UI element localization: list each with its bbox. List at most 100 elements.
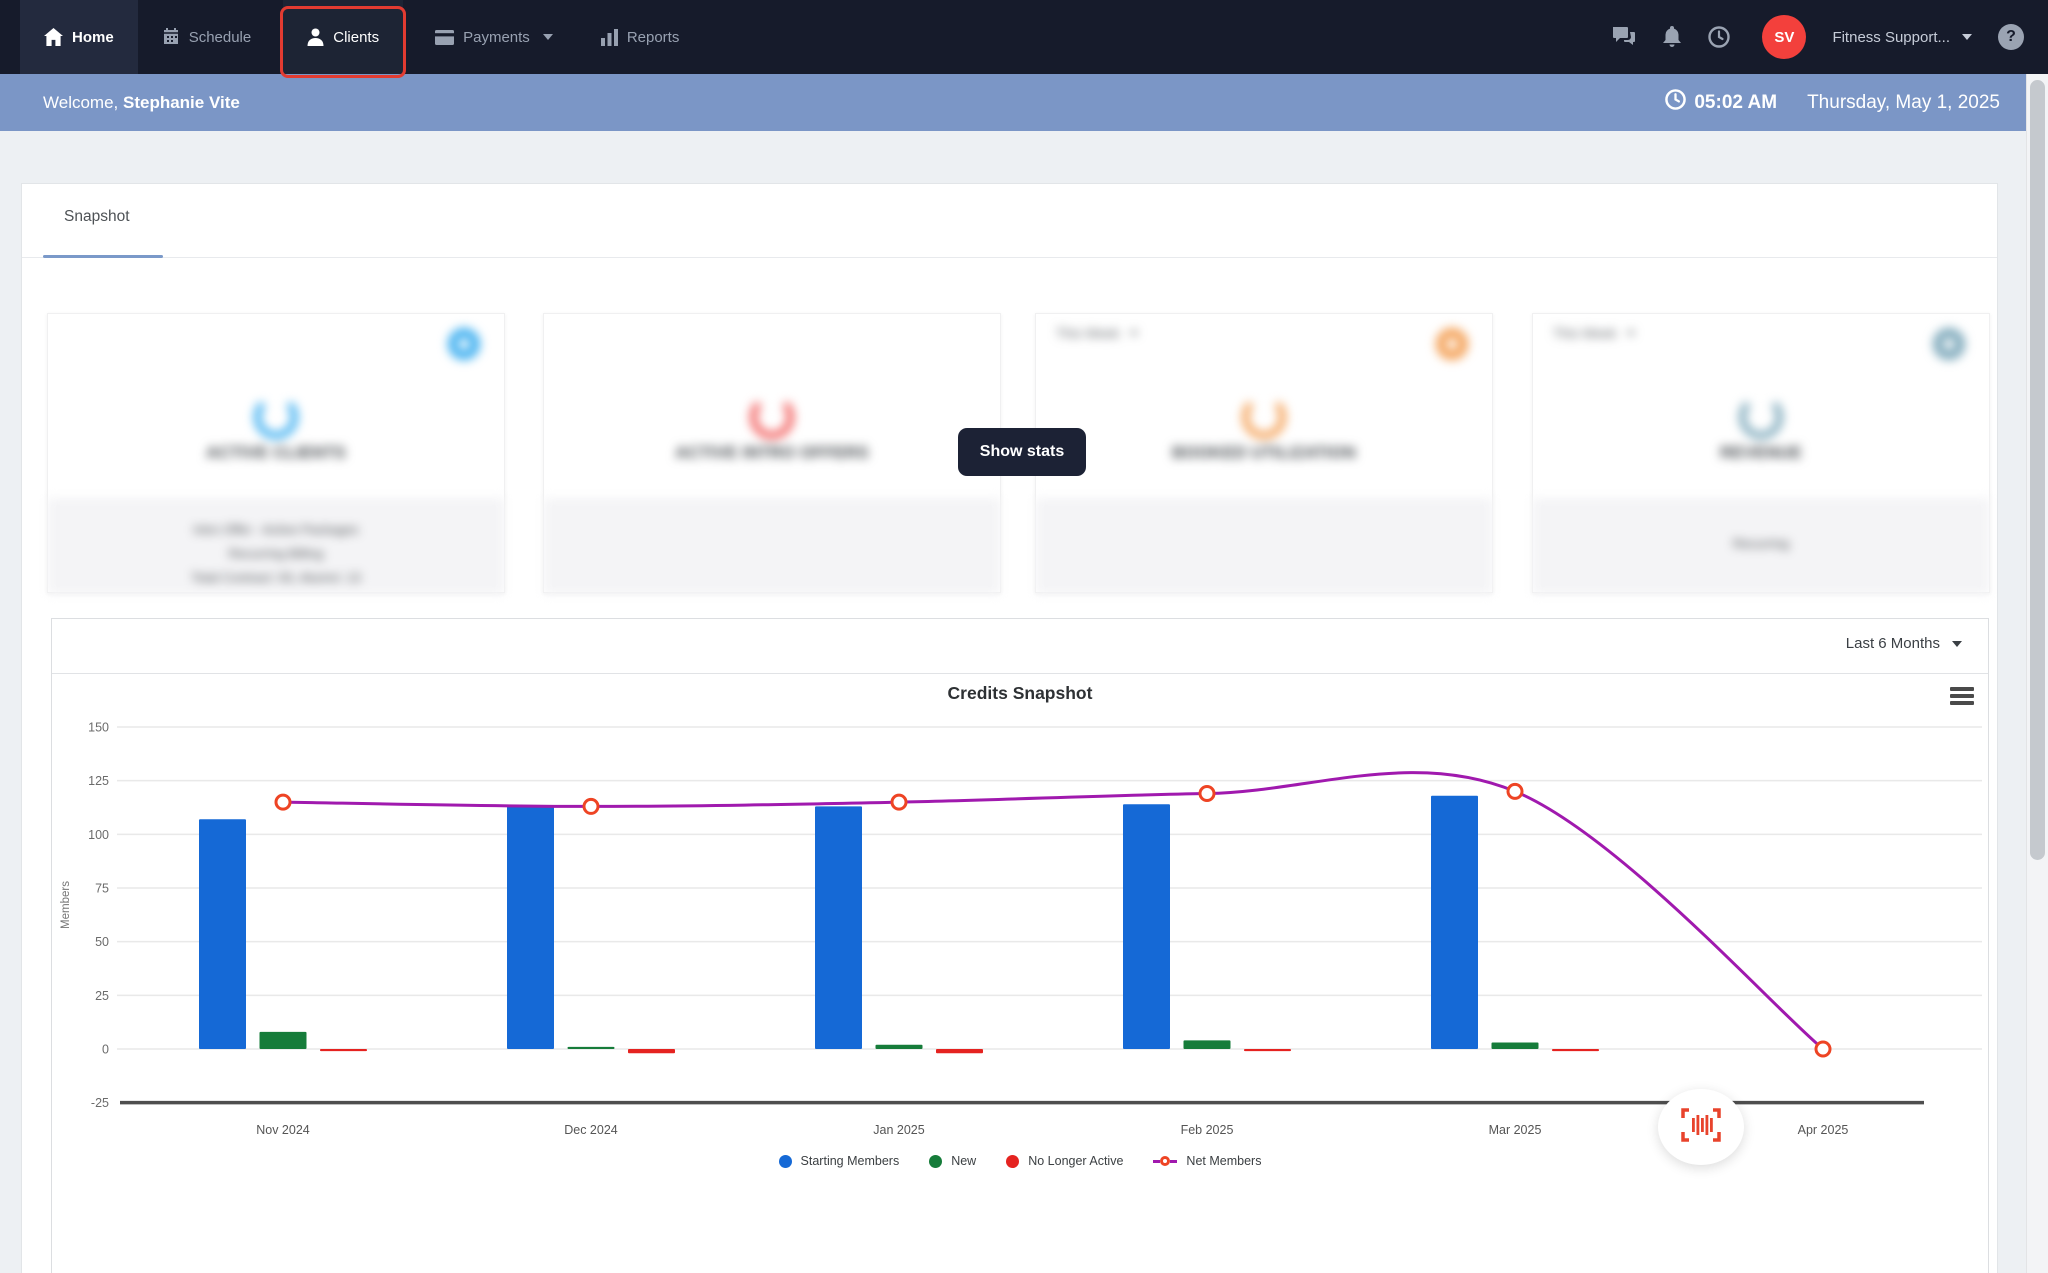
- account-menu[interactable]: Fitness Support...: [1832, 29, 1972, 46]
- loading-donut: [750, 395, 794, 439]
- nav-item-label: Clients: [333, 28, 380, 46]
- nav-item-label: Home: [72, 28, 114, 46]
- nav-item-label: Payments: [463, 28, 530, 46]
- svg-text:125: 125: [88, 774, 109, 788]
- help-glyph: ?: [2006, 28, 2016, 45]
- svg-text:Mar 2025: Mar 2025: [1489, 1123, 1542, 1137]
- footer-line: Intro Offer - Active Packages: [193, 522, 359, 537]
- svg-text:Apr 2025: Apr 2025: [1798, 1123, 1849, 1137]
- page-scrollbar-thumb[interactable]: [2030, 80, 2045, 860]
- home-icon: [44, 28, 63, 46]
- nav-item-label: Reports: [626, 28, 680, 46]
- chart-header: Last 6 Months: [52, 619, 1988, 674]
- stat-card-footer: [1036, 498, 1492, 594]
- svg-text:Jan 2025: Jan 2025: [873, 1123, 924, 1137]
- legend-label: New: [951, 1154, 977, 1168]
- status-badge-icon: [1436, 328, 1468, 360]
- stat-card-title: ACTIVE CLIENTS: [206, 444, 346, 462]
- nav-item-clients[interactable]: Clients: [280, 0, 407, 78]
- nav-item-reports[interactable]: Reports: [577, 0, 704, 74]
- credit-card-icon: [435, 29, 455, 45]
- svg-text:100: 100: [88, 828, 109, 842]
- stat-card-footer: Intro Offer - Active Packages Recurring …: [48, 498, 504, 594]
- dashboard-page: Home Schedule Clients Payments Reports S…: [0, 0, 2048, 1273]
- nav-item-payments[interactable]: Payments: [411, 0, 577, 74]
- legend-label: No Longer Active: [1028, 1154, 1124, 1168]
- footer-line: Recurring: [1732, 536, 1790, 551]
- account-label: Fitness Support...: [1832, 28, 1950, 46]
- svg-text:-25: -25: [91, 1096, 109, 1110]
- legend-label: Net Members: [1186, 1154, 1262, 1168]
- svg-text:150: 150: [88, 721, 109, 735]
- stat-card-content: ACTIVE INTRO OFFERS: [544, 314, 1000, 594]
- chart-period-select[interactable]: Last 6 Months: [1846, 635, 1962, 652]
- legend-item[interactable]: New: [929, 1154, 976, 1168]
- loading-donut: [1242, 395, 1286, 439]
- barcode-scan-button[interactable]: [1658, 1089, 1744, 1165]
- loading-donut: [1739, 395, 1783, 439]
- chevron-down-icon: [1962, 34, 1972, 40]
- stat-card-footer: [544, 498, 1000, 594]
- card-period-select[interactable]: This Week: [1056, 326, 1138, 341]
- chart-period-label: Last 6 Months: [1845, 635, 1940, 652]
- datetime-area: 05:02 AM Thursday, May 1, 2025: [1665, 74, 2000, 131]
- svg-text:0: 0: [102, 1043, 109, 1057]
- legend-item[interactable]: No Longer Active: [1006, 1154, 1123, 1168]
- nav-item-home[interactable]: Home: [20, 0, 138, 74]
- nav-item-label: Schedule: [188, 28, 252, 46]
- history-clock-icon[interactable]: [1708, 26, 1731, 48]
- chat-icon[interactable]: [1612, 26, 1636, 48]
- footer-line: Recurring Billing: [228, 546, 324, 561]
- chevron-down-icon: [1129, 331, 1138, 336]
- stat-card-content: This Week BOOKED UTILIZATION: [1036, 314, 1492, 594]
- legend-item[interactable]: Starting Members: [778, 1154, 899, 1168]
- chevron-down-icon: [542, 34, 553, 40]
- greeting-text: Welcome,: [43, 92, 119, 112]
- legend-item[interactable]: Net Members: [1153, 1154, 1261, 1168]
- avatar-initials: SV: [1774, 28, 1795, 46]
- nav-item-schedule[interactable]: Schedule: [138, 0, 276, 74]
- avatar[interactable]: SV: [1762, 15, 1807, 59]
- credits-chart: 150 125 100 75 50 25 0 -25 Nov 2024 Dec 2024 Jan 2…: [88, 721, 1982, 1137]
- nav-utilities: SV Fitness Support... ?: [1612, 0, 2024, 74]
- person-icon: [307, 28, 324, 46]
- time-text: 05:02 AM: [1694, 91, 1778, 113]
- clock-icon: [1665, 89, 1687, 116]
- legend-dot: [1006, 1154, 1020, 1168]
- help-icon[interactable]: ?: [1998, 24, 2024, 50]
- barcode-scan-icon: [1680, 1107, 1722, 1148]
- current-time: 05:02 AM: [1665, 89, 1777, 116]
- credits-snapshot-panel: Last 6 Months Credits Snapshot Members 1…: [51, 618, 1989, 1273]
- card-period-select[interactable]: This Week: [1553, 326, 1635, 341]
- period-label: This Week: [1056, 326, 1120, 341]
- svg-text:25: 25: [95, 989, 109, 1003]
- legend-dot: [778, 1154, 792, 1168]
- page-scrollbar-track[interactable]: [2026, 74, 2048, 1273]
- stat-card-active-clients: ACTIVE CLIENTS Intro Offer - Active Pack…: [47, 313, 505, 594]
- svg-text:75: 75: [95, 882, 109, 896]
- legend-dot: [929, 1154, 943, 1168]
- stat-card-active-intro-offers: ACTIVE INTRO OFFERS: [543, 313, 1001, 594]
- tab-snapshot[interactable]: Snapshot: [64, 208, 130, 226]
- welcome-message: Welcome, Stephanie Vite: [43, 93, 240, 113]
- loading-donut: [254, 395, 298, 439]
- nav-items: Home Schedule Clients Payments Reports: [20, 0, 704, 78]
- svg-text:50: 50: [95, 935, 109, 949]
- notifications-bell-icon[interactable]: [1662, 26, 1682, 48]
- main-content-card: Snapshot ACTIVE CLIENTS Intro Offer - Ac…: [21, 183, 1998, 1273]
- status-badge-icon: [448, 328, 480, 360]
- svg-text:Dec 2024: Dec 2024: [564, 1123, 618, 1137]
- legend-ring-marker: [1153, 1156, 1178, 1166]
- stat-card-content: ACTIVE CLIENTS Intro Offer - Active Pack…: [48, 314, 504, 594]
- current-date: Thursday, May 1, 2025: [1807, 91, 2000, 113]
- stat-card-revenue: This Week REVENUE Recurring: [1532, 313, 1990, 594]
- welcome-bar: Welcome, Stephanie Vite 05:02 AM Thursda…: [0, 74, 2048, 131]
- chevron-down-icon: [1626, 331, 1635, 336]
- bar-chart-icon: [600, 28, 618, 46]
- show-stats-button[interactable]: Show stats: [958, 428, 1086, 476]
- active-tab-indicator: [43, 255, 163, 258]
- gear-icon: [1933, 328, 1965, 360]
- svg-text:Nov 2024: Nov 2024: [256, 1123, 310, 1137]
- stat-card-title: BOOKED UTILIZATION: [1172, 444, 1356, 462]
- chevron-down-icon: [1952, 640, 1962, 647]
